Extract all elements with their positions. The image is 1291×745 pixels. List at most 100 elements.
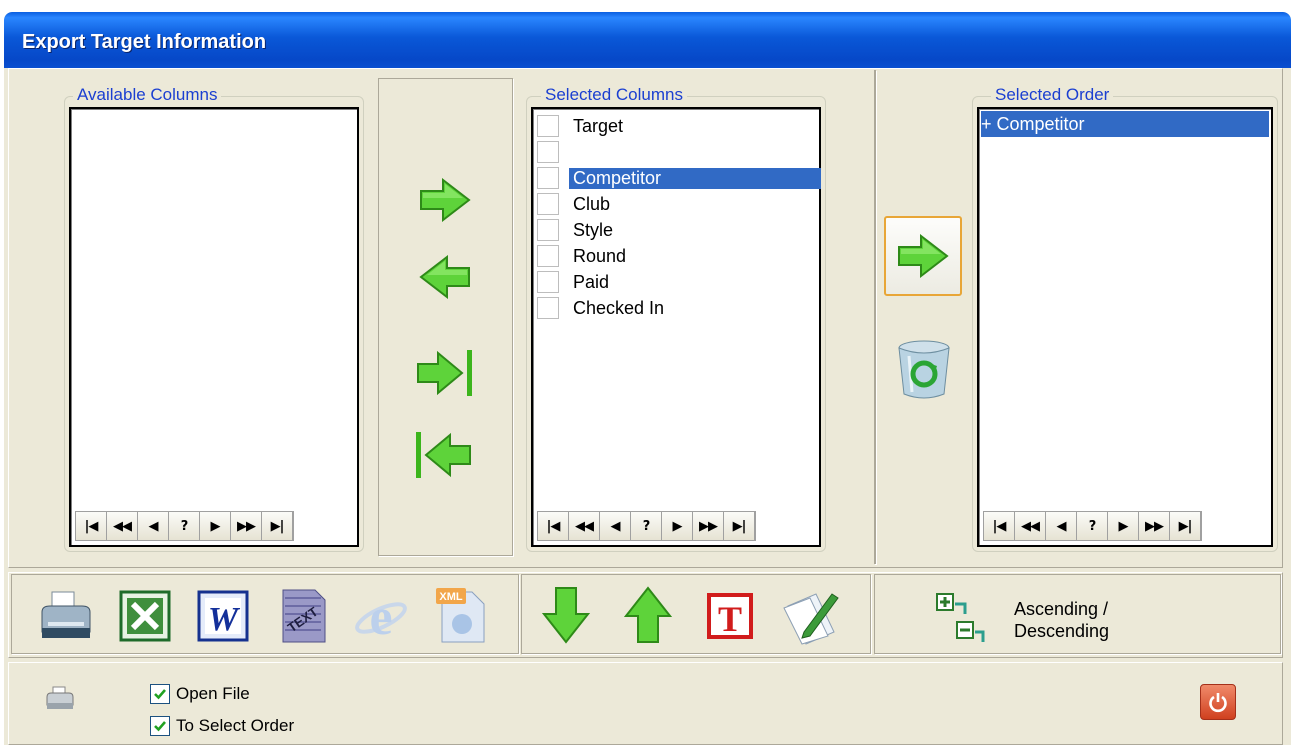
recycle-bin-icon: [898, 340, 950, 399]
navigator-button[interactable]: ▶: [200, 512, 231, 540]
available-navigator: |◀ ◀◀ ◀? ▶ ▶▶ ▶|: [75, 511, 294, 541]
list-item-checkbox[interactable]: [537, 167, 559, 189]
edit-notes-button[interactable]: [780, 584, 844, 648]
arrow-right-icon: [898, 234, 949, 278]
move-up-button[interactable]: [620, 584, 676, 646]
list-item-label: Round: [573, 245, 627, 266]
sort-label-line1: Ascending /: [1014, 599, 1109, 619]
open-file-checkbox[interactable]: [150, 684, 170, 704]
selected-order-list[interactable]: |◀ ◀◀ ◀? ▶ ▶▶ ▶| + Competitor: [977, 107, 1273, 547]
add-all-columns-button[interactable]: [414, 346, 478, 400]
svg-text:XML: XML: [439, 591, 463, 603]
navigator-button[interactable]: ▶▶: [693, 512, 724, 540]
navigator-button[interactable]: |◀: [984, 512, 1015, 540]
list-item[interactable]: [537, 139, 573, 165]
window-title: Export Target Information: [22, 31, 267, 53]
navigator-button[interactable]: ▶|: [1170, 512, 1201, 540]
title-button[interactable]: T: [704, 590, 756, 642]
list-item-checkbox[interactable]: [537, 297, 559, 319]
list-item-checkbox[interactable]: [537, 193, 559, 215]
sort-label-line2: Descending: [1014, 621, 1110, 641]
internet-explorer-icon: e: [355, 589, 407, 644]
vertical-divider: [874, 70, 876, 564]
navigator-button[interactable]: ?: [1077, 512, 1108, 540]
remove-all-columns-button[interactable]: [410, 428, 474, 482]
navigator-button[interactable]: ▶: [662, 512, 693, 540]
move-down-button[interactable]: [538, 584, 594, 646]
available-columns-label: Available Columns: [73, 85, 222, 105]
to-select-order-option[interactable]: To Select Order: [150, 716, 294, 736]
list-item-label: Style: [573, 219, 614, 240]
selected-columns-list[interactable]: |◀ ◀◀ ◀? ▶ ▶▶ ▶| Target Competitor Club Style Rou…: [531, 107, 821, 547]
navigator-button[interactable]: ▶▶: [231, 512, 262, 540]
close-button[interactable]: [1200, 684, 1236, 720]
open-file-label: Open File: [176, 684, 250, 703]
export-xml-button[interactable]: XML: [428, 584, 492, 646]
navigator-button[interactable]: ◀◀: [569, 512, 600, 540]
checkmark-icon: [154, 689, 166, 700]
list-item-checkbox[interactable]: [537, 115, 559, 137]
selected-columns-group: Selected Columns |◀ ◀◀ ◀? ▶ ▶▶ ▶| Target Compe…: [526, 85, 826, 552]
window-client: Available Columns |◀ ◀◀ ◀? ▶ ▶▶ ▶| Selected C…: [8, 68, 1285, 745]
svg-text:e: e: [369, 589, 392, 644]
list-item-checkbox[interactable]: [537, 141, 559, 163]
export-word-button[interactable]: W: [192, 586, 254, 646]
navigator-button[interactable]: ▶: [1108, 512, 1139, 540]
navigator-button[interactable]: ?: [631, 512, 662, 540]
list-item-checkbox[interactable]: [537, 271, 559, 293]
navigator-button[interactable]: ◀: [138, 512, 169, 540]
selected-columns-label: Selected Columns: [541, 85, 687, 105]
list-item[interactable]: Round: [537, 243, 626, 269]
list-item[interactable]: Style: [537, 217, 613, 243]
svg-text:W: W: [208, 601, 241, 638]
arrow-up-icon: [624, 586, 672, 643]
navigator-button[interactable]: ◀: [600, 512, 631, 540]
list-item-checkbox[interactable]: [537, 219, 559, 241]
list-item-label: Club: [573, 193, 611, 214]
to-select-order-label: To Select Order: [176, 716, 295, 735]
list-item-label: Paid: [573, 271, 610, 292]
small-printer-icon: [46, 686, 74, 709]
add-column-button[interactable]: [416, 176, 474, 224]
clear-order-button[interactable]: [894, 336, 954, 402]
list-item-checkbox[interactable]: [537, 245, 559, 267]
list-item[interactable]: Paid: [537, 269, 609, 295]
to-select-order-checkbox[interactable]: [150, 716, 170, 736]
navigator-button[interactable]: ◀◀: [107, 512, 138, 540]
export-window: Export Target Information Available Colu…: [4, 12, 1291, 745]
text-file-icon: TEXT: [282, 589, 326, 643]
list-item[interactable]: Checked In: [537, 295, 664, 321]
export-html-button[interactable]: e: [350, 586, 412, 646]
title-bar[interactable]: Export Target Information: [4, 12, 1291, 68]
available-columns-list[interactable]: |◀ ◀◀ ◀? ▶ ▶▶ ▶|: [69, 107, 359, 547]
arrow-right-icon: [420, 178, 471, 222]
navigator-button[interactable]: |◀: [76, 512, 107, 540]
navigator-button[interactable]: |◀: [538, 512, 569, 540]
title-t-icon: T: [707, 593, 753, 639]
navigator-button[interactable]: ▶|: [262, 512, 293, 540]
navigator-button[interactable]: ▶|: [724, 512, 755, 540]
sort-toggle-button[interactable]: [934, 592, 986, 644]
list-item[interactable]: Target: [537, 113, 623, 139]
export-excel-button[interactable]: [114, 586, 176, 646]
arrow-left-end-icon: [416, 432, 471, 478]
export-text-button[interactable]: TEXT: [272, 586, 334, 646]
remove-column-button[interactable]: [416, 253, 474, 301]
open-file-option[interactable]: Open File: [150, 684, 250, 704]
arrow-left-icon: [419, 255, 470, 299]
selected-order-label: Selected Order: [991, 85, 1114, 105]
list-item-label: Checked In: [573, 297, 665, 318]
list-item[interactable]: Competitor: [537, 165, 821, 191]
navigator-button[interactable]: ?: [169, 512, 200, 540]
list-item[interactable]: Club: [537, 191, 610, 217]
navigator-button[interactable]: ◀: [1046, 512, 1077, 540]
printer-setup-button[interactable]: [44, 682, 76, 714]
navigator-button[interactable]: ▶▶: [1139, 512, 1170, 540]
add-to-order-button[interactable]: [884, 216, 962, 296]
order-navigator: |◀ ◀◀ ◀? ▶ ▶▶ ▶|: [983, 511, 1202, 541]
order-list-item[interactable]: + Competitor: [981, 111, 1269, 137]
selected-navigator: |◀ ◀◀ ◀? ▶ ▶▶ ▶|: [537, 511, 756, 541]
print-button[interactable]: [36, 586, 96, 646]
notepad-pencil-icon: [783, 593, 839, 645]
navigator-button[interactable]: ◀◀: [1015, 512, 1046, 540]
